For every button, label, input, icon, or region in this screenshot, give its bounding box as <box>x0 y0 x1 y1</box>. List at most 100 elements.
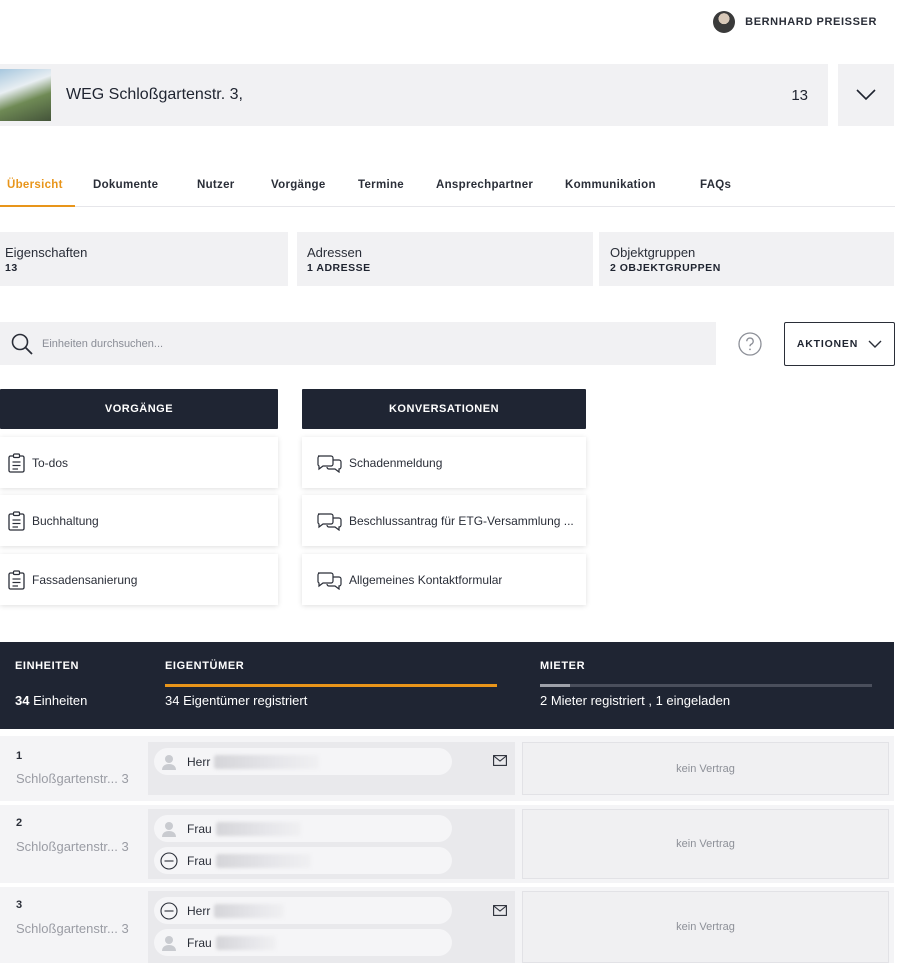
mail-icon[interactable] <box>493 755 507 766</box>
konversation-label: Schadenmeldung <box>349 455 443 470</box>
property-count: 13 <box>791 86 808 104</box>
tab-vorgaenge[interactable]: Vorgänge <box>271 179 326 191</box>
unit-number: 2 <box>16 817 23 829</box>
vorgang-label: Fassadensanierung <box>32 572 138 587</box>
konversation-label: Beschlussantrag für ETG-Versammlung ... <box>349 513 574 528</box>
summary-card-objektgruppen[interactable]: Objektgruppen 2 OBJEKTGRUPPEN <box>599 232 894 286</box>
tab-bar: Übersicht Dokumente Nutzer Vorgänge Term… <box>0 172 895 207</box>
konversationen-header[interactable]: KONVERSATIONEN <box>302 389 586 429</box>
konversation-label: Allgemeines Kontaktformular <box>349 572 503 587</box>
summary-card-value: 1 ADRESSE <box>307 262 371 274</box>
actions-dropdown-button[interactable]: AKTIONEN <box>784 322 895 366</box>
konversation-item[interactable]: Beschlussantrag für ETG-Versammlung ... <box>302 495 586 546</box>
property-header[interactable]: WEG Schloßgartenstr. 3, 13 <box>0 64 828 126</box>
chat-bubbles-icon <box>317 454 342 473</box>
clipboard-icon <box>8 510 25 531</box>
tab-dokumente[interactable]: Dokumente <box>93 179 158 191</box>
owner-pill[interactable]: Frau <box>154 847 452 874</box>
summary-card-eigenschaften[interactable]: Eigenschaften 13 <box>0 232 288 286</box>
table-row[interactable]: 3 Schloßgartenstr... 3 Herr Frau kein Ve… <box>0 887 894 963</box>
summary-card-value: 13 <box>5 262 18 274</box>
summary-card-adressen[interactable]: Adressen 1 ADRESSE <box>297 232 593 286</box>
vorgang-item[interactable]: Buchhaltung <box>0 495 278 546</box>
tab-ansprechpartner[interactable]: Ansprechpartner <box>436 179 533 191</box>
unit-address: Schloßgartenstr... 3 <box>16 771 129 786</box>
redacted-name <box>215 821 301 836</box>
unit-address: Schloßgartenstr... 3 <box>16 839 129 854</box>
summary-card-title: Adressen <box>307 245 362 260</box>
redacted-name <box>215 853 311 868</box>
property-title: WEG Schloßgartenstr. 3, <box>66 86 243 103</box>
unit-number: 1 <box>16 750 23 762</box>
eigentuemer-text: 34 Eigentümer registriert <box>165 693 308 708</box>
person-icon <box>162 754 176 770</box>
mieter-progress-track <box>540 684 872 687</box>
owner-salutation: Frau <box>187 853 212 868</box>
property-expand-button[interactable] <box>838 64 894 126</box>
clipboard-icon <box>8 452 25 473</box>
help-icon[interactable] <box>738 332 762 356</box>
minus-circle-icon <box>160 851 178 870</box>
tab-kommunikation[interactable]: Kommunikation <box>565 179 656 191</box>
mieter-text: 2 Mieter registriert , 1 eingeladen <box>540 693 731 708</box>
owner-pill[interactable]: Frau <box>154 815 452 842</box>
summary-card-title: Objektgruppen <box>610 245 696 260</box>
summary-card-value: 2 OBJEKTGRUPPEN <box>610 262 721 274</box>
tab-faqs[interactable]: FAQs <box>700 179 731 191</box>
eigentuemer-header: EIGENTÜMER <box>165 660 245 672</box>
konversation-item[interactable]: Schadenmeldung <box>302 437 586 488</box>
person-icon <box>162 821 176 837</box>
vorgang-label: To-dos <box>32 455 69 470</box>
tab-termine[interactable]: Termine <box>358 179 404 191</box>
vorgang-item[interactable]: Fassadensanierung <box>0 554 278 605</box>
user-menu[interactable]: BERNHARD PREISSER <box>713 11 877 33</box>
tenant-cell[interactable]: kein Vertrag <box>522 742 889 795</box>
owner-salutation: Herr <box>187 903 211 918</box>
chevron-down-icon <box>868 340 882 348</box>
vorgang-item[interactable]: To-dos <box>0 437 278 488</box>
owner-pill[interactable]: Frau <box>154 929 452 956</box>
search-input[interactable] <box>42 337 682 350</box>
owners-cell: Herr <box>148 742 515 795</box>
einheiten-count: 34 Einheiten <box>15 693 88 708</box>
owner-pill[interactable]: Herr <box>154 897 452 924</box>
unit-number: 3 <box>16 899 23 911</box>
summary-card-title: Eigenschaften <box>5 245 88 260</box>
owners-cell: Herr Frau <box>148 891 515 963</box>
tenant-cell[interactable]: kein Vertrag <box>522 809 889 879</box>
avatar <box>713 11 736 33</box>
owner-pill[interactable]: Herr <box>154 748 452 775</box>
search-bar <box>0 322 716 365</box>
vorgang-label: Buchhaltung <box>32 513 99 528</box>
property-thumbnail <box>0 69 51 121</box>
unit-address: Schloßgartenstr... 3 <box>16 921 129 936</box>
chevron-down-icon <box>856 89 876 101</box>
tab-uebersicht[interactable]: Übersicht <box>7 179 63 191</box>
redacted-name <box>214 754 320 769</box>
actions-label: AKTIONEN <box>796 338 859 350</box>
table-row[interactable]: 1 Schloßgartenstr... 3 Herr kein Vertrag <box>0 736 894 801</box>
owner-salutation: Herr <box>187 754 211 769</box>
eigentuemer-progress-fill <box>165 684 497 687</box>
user-name: BERNHARD PREISSER <box>745 16 877 28</box>
chat-bubbles-icon <box>317 512 342 531</box>
owner-salutation: Frau <box>187 821 212 836</box>
mieter-progress-fill <box>540 684 570 687</box>
chat-bubbles-icon <box>317 571 342 590</box>
table-row[interactable]: 2 Schloßgartenstr... 3 Frau Frau kein Ve… <box>0 805 894 883</box>
active-tab-indicator <box>0 205 75 207</box>
mieter-header: MIETER <box>540 660 586 672</box>
search-icon <box>11 333 33 355</box>
konversation-item[interactable]: Allgemeines Kontaktformular <box>302 554 586 605</box>
owners-cell: Frau Frau <box>148 809 515 879</box>
minus-circle-icon <box>160 901 178 920</box>
mail-icon[interactable] <box>493 905 507 916</box>
tab-nutzer[interactable]: Nutzer <box>197 179 235 191</box>
person-icon <box>162 935 176 951</box>
vorgaenge-header[interactable]: VORGÄNGE <box>0 389 278 429</box>
redacted-name <box>215 935 276 950</box>
owner-salutation: Frau <box>187 935 212 950</box>
redacted-name <box>214 903 285 918</box>
tenant-cell[interactable]: kein Vertrag <box>522 891 889 963</box>
clipboard-icon <box>8 569 25 590</box>
